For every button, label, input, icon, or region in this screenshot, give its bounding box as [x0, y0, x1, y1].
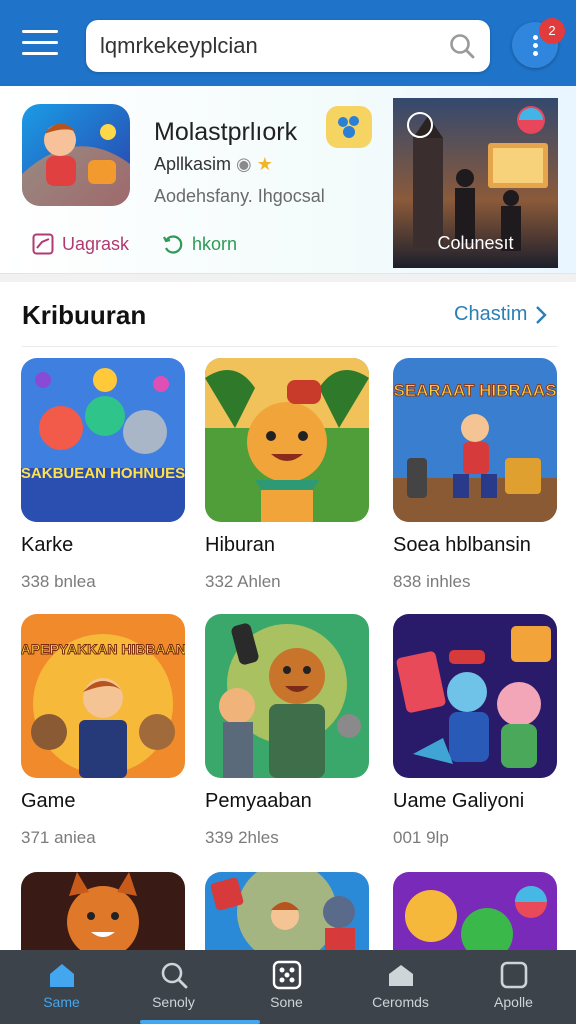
app-thumbnail[interactable]: SAKBUEAN HOHNUES — [21, 358, 185, 522]
notification-badge: 2 — [539, 18, 565, 44]
search-bar[interactable] — [86, 20, 490, 72]
app-thumbnail[interactable] — [393, 872, 557, 950]
app-tile[interactable]: SAKBUEAN HOHNUES Karke 338 bnlea — [21, 358, 185, 591]
app-name: Soea hblbansin — [393, 534, 531, 556]
app-tile[interactable]: Pemyaaban 339 2hles — [205, 614, 369, 847]
search-icon — [161, 962, 188, 989]
nav-item-ceromds[interactable]: Ceromds — [343, 950, 458, 1024]
square-icon — [500, 961, 528, 989]
gamepad-icon: ◉ — [236, 154, 252, 174]
tile-art-text-4: HAPEPYAKKAN HIBBAANS — [21, 641, 185, 657]
nav-active-indicator — [140, 1020, 260, 1024]
app-meta: 338 bnlea — [21, 572, 96, 591]
featured-side-label: Colunesıt — [437, 233, 514, 253]
app-tile[interactable] — [205, 872, 369, 950]
app-meta: 838 inhles — [393, 572, 471, 591]
app-name: Game — [21, 790, 76, 812]
nav-label: Apolle — [494, 994, 533, 1010]
app-name: Hiburan — [205, 534, 276, 556]
search-icon[interactable] — [448, 32, 476, 60]
top-app-bar: 2 — [0, 0, 576, 86]
section-title: Kribuuran — [22, 300, 147, 330]
featured-app-card[interactable]: Molastprlıork Apllkasim ◉ ★ Aodehsfany. … — [0, 86, 576, 274]
nav-item-same[interactable]: Same — [4, 950, 119, 1024]
app-tile[interactable] — [21, 872, 185, 950]
dice-icon — [272, 960, 302, 990]
featured-badge-icon — [326, 106, 372, 148]
app-name: Karke — [21, 534, 74, 556]
featured-app-description: Aodehsfany. Ihgocsal — [154, 186, 325, 206]
featured-link-primary-label: Uagrask — [62, 233, 130, 254]
refresh-icon — [163, 235, 183, 254]
featured-app-title: Molastprlıork — [154, 118, 298, 146]
bottom-navigation: Same Senoly Sone Ceromds Apolle — [0, 950, 576, 1024]
nav-label: Ceromds — [372, 994, 429, 1010]
nav-label: Senoly — [152, 994, 195, 1010]
app-tile[interactable]: HAPEPYAKKAN HIBBAANS Game 371 aniea — [21, 614, 185, 847]
search-input[interactable] — [100, 28, 440, 64]
see-all-label: Chastim — [454, 303, 528, 325]
chart-icon — [32, 233, 54, 255]
app-meta: 371 aniea — [21, 828, 96, 847]
nav-item-apolle[interactable]: Apolle — [456, 950, 571, 1024]
app-thumbnail[interactable] — [205, 614, 369, 778]
nav-item-sone[interactable]: Sone — [229, 950, 344, 1024]
featured-side-banner[interactable]: Colunesıt — [393, 98, 558, 268]
app-meta: 001 9lp — [393, 828, 449, 847]
section-underline — [22, 346, 558, 347]
app-thumbnail[interactable] — [21, 872, 185, 950]
featured-app-icon[interactable] — [22, 104, 130, 206]
see-all-link[interactable]: Chastim — [454, 303, 548, 326]
featured-link-primary[interactable]: Uagrask — [32, 232, 129, 256]
app-thumbnail[interactable]: SEARAAT HIBRAAS — [393, 358, 557, 522]
app-meta: 332 Ahlen — [205, 572, 281, 591]
featured-app-subtitle: Apllkasim ◉ ★ — [154, 154, 273, 175]
app-thumbnail[interactable] — [393, 614, 557, 778]
app-tile[interactable] — [393, 872, 557, 950]
app-name: Uame Galiyoni — [393, 790, 525, 812]
hamburger-menu-icon[interactable] — [22, 30, 58, 58]
section-divider — [0, 274, 576, 282]
app-thumbnail[interactable] — [205, 872, 369, 950]
nav-label: Same — [43, 994, 80, 1010]
featured-link-secondary-label: hkorn — [192, 233, 238, 254]
app-tile[interactable]: Hiburan 332 Ahlen — [205, 358, 369, 591]
app-thumbnail[interactable]: HAPEPYAKKAN HIBBAANS — [21, 614, 185, 778]
radio-circle-icon[interactable] — [407, 112, 433, 138]
app-meta: 339 2hles — [205, 828, 279, 847]
home-icon — [50, 964, 74, 987]
nav-label: Sone — [270, 994, 303, 1010]
app-tile[interactable]: SEARAAT HIBRAAS Soea hblbansin 838 inhle… — [393, 358, 557, 591]
chevron-right-icon — [536, 305, 548, 324]
tile-art-text-3: SEARAAT HIBRAAS — [393, 381, 556, 400]
app-name: Pemyaaban — [205, 790, 312, 812]
featured-subtitle-text: Apllkasim — [154, 154, 232, 174]
star-icon: ★ — [256, 154, 273, 174]
house-icon — [389, 965, 413, 986]
nav-item-senoly[interactable]: Senoly — [116, 950, 231, 1024]
app-thumbnail[interactable] — [205, 358, 369, 522]
featured-link-secondary[interactable]: hkorn — [162, 232, 237, 256]
app-tile[interactable]: Uame Galiyoni 001 9lp — [393, 614, 557, 847]
tile-art-text-1: SAKBUEAN HOHNUES — [21, 465, 185, 482]
